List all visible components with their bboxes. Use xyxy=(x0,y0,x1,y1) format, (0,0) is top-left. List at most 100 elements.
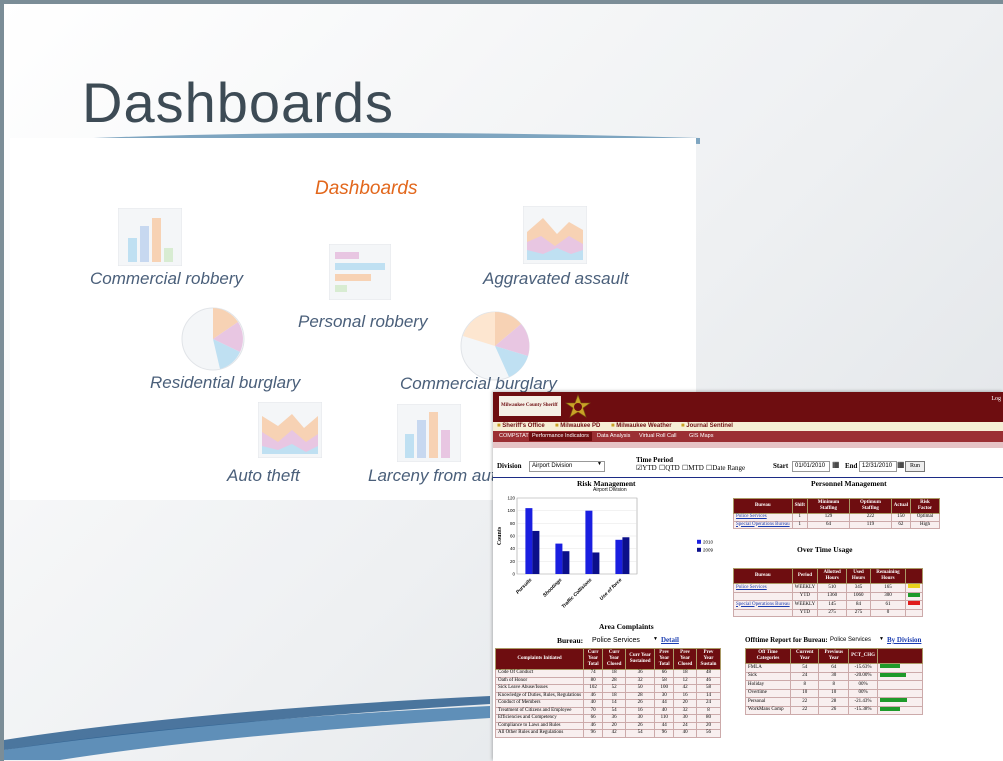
table-cell: 24 xyxy=(789,671,820,681)
area-complaints-title: Area Complaints xyxy=(599,622,654,631)
tab-virtual-roll-call[interactable]: Virtual Roll Call xyxy=(639,432,677,441)
chevron-down-icon[interactable]: ▼ xyxy=(597,462,602,467)
table-cell: 58 xyxy=(695,684,722,693)
table-cell: 32 xyxy=(673,706,697,715)
pct-change-bar xyxy=(880,698,907,702)
table-cell[interactable]: Special Operations Bureau xyxy=(733,520,793,529)
table-cell: 8 xyxy=(695,706,722,715)
link-sheriffs-office[interactable]: Sheriff's Office xyxy=(497,423,544,429)
table-cell: 22 xyxy=(789,697,820,707)
table-cell: 20 xyxy=(695,721,722,730)
bar-chart-icon[interactable] xyxy=(118,208,182,266)
table-row: Knowledge of Duties, Rules, Regulations 4… xyxy=(494,691,722,700)
table-cell: Overtime xyxy=(745,688,791,698)
y-tick-label: 20 xyxy=(510,559,516,564)
dashboard-label-commercial-burglary[interactable]: Commercial burglary xyxy=(400,374,557,394)
area-chart-icon[interactable] xyxy=(523,206,587,264)
tab-compstat[interactable]: COMPSTAT xyxy=(499,432,529,441)
dashboard-screenshot: Milwaukee County Sheriff Log Sheriff's O… xyxy=(493,392,1003,761)
dashboard-label-commercial-robbery[interactable]: Commercial robbery xyxy=(90,269,243,289)
table-cell: Holiday xyxy=(745,680,791,690)
table-cell: 30 xyxy=(625,714,656,723)
chevron-down-icon[interactable]: ▼ xyxy=(653,637,658,642)
dashboard-label-personal-robbery[interactable]: Personal robbery xyxy=(298,312,427,332)
table-cell[interactable]: Police Services xyxy=(733,583,793,593)
bar-2009 xyxy=(562,551,570,574)
column-header: Off Time Categories xyxy=(745,648,791,664)
link-milwaukee-pd[interactable]: Milwaukee PD xyxy=(555,423,600,429)
table-cell: 119 xyxy=(849,520,892,529)
tab-performance-indicators[interactable]: Performance Indicators xyxy=(529,432,592,441)
y-tick-label: 40 xyxy=(510,546,516,551)
table-row: Special Operations Bureau 1 64 119 62 High xyxy=(733,520,941,529)
link-milwaukee-weather[interactable]: Milwaukee Weather xyxy=(611,423,671,429)
table-cell: 26 xyxy=(625,699,656,708)
tab-data-analysis[interactable]: Data Analysis xyxy=(597,432,630,441)
legend-label: 2010 xyxy=(703,540,714,545)
table-cell: 129 xyxy=(806,513,851,522)
detail-link[interactable]: Detail xyxy=(661,636,679,644)
table-cell: 275 xyxy=(817,608,848,617)
area-chart-icon[interactable] xyxy=(258,402,322,458)
offtime-bureau-select[interactable]: Police Services xyxy=(827,635,883,646)
table-cell: FMLA xyxy=(745,663,791,673)
by-division-link[interactable]: By Division xyxy=(887,636,921,644)
table-cell[interactable]: Special Operations Bureau xyxy=(733,600,793,610)
table-cell[interactable]: Police Services xyxy=(733,513,793,522)
bureau-label: Bureau: xyxy=(557,636,584,645)
table-row: Sick 24 30 -20.00% xyxy=(745,671,923,681)
dashboard-label-larceny-from-auto[interactable]: Larceny from auto xyxy=(368,466,505,486)
dashboard-label-residential-burglary[interactable]: Residential burglary xyxy=(150,373,300,393)
option-qtd[interactable]: ☐QTD xyxy=(659,464,680,472)
table-cell: 40 xyxy=(673,729,697,738)
start-date-field[interactable]: 01/01/2010 xyxy=(792,461,830,472)
pie-chart-icon[interactable] xyxy=(180,306,246,372)
bureau-select[interactable]: Police Services xyxy=(589,635,657,646)
login-link[interactable]: Log xyxy=(991,396,1001,402)
table-cell: Sick xyxy=(745,671,791,681)
tab-gis-maps[interactable]: GIS Maps xyxy=(689,432,713,441)
header-row: Bureau Shift Minimum Staffing Optimum Staff… xyxy=(733,498,941,514)
table-cell: 165 xyxy=(869,583,906,593)
pie-chart-icon[interactable] xyxy=(459,310,531,382)
table-cell: 24 xyxy=(695,699,722,708)
option-mtd[interactable]: ☐MTD xyxy=(682,464,704,472)
division-select[interactable]: Airport Division xyxy=(529,461,605,472)
table-cell: -15.63% xyxy=(848,663,878,673)
column-header: Current Year xyxy=(789,648,820,664)
bar-2010 xyxy=(525,508,533,574)
column-header: Curr Year Closed xyxy=(602,648,627,670)
dashboard-label-aggravated-assault[interactable]: Aggravated assault xyxy=(483,269,629,289)
run-button[interactable]: Run xyxy=(905,461,925,472)
option-date-range[interactable]: ☐Date Range xyxy=(706,464,745,472)
table-cell: 54 xyxy=(602,706,627,715)
bar-chart-icon[interactable] xyxy=(397,404,461,462)
option-ytd-label: YTD xyxy=(642,464,657,472)
table-cell: 30 xyxy=(673,714,697,723)
start-label: Start xyxy=(773,462,789,470)
chevron-down-icon[interactable]: ▼ xyxy=(879,637,884,642)
link-journal-sentinel[interactable]: Journal Sentinel xyxy=(681,423,733,429)
table-cell: 42 xyxy=(673,684,697,693)
dashboard-label-auto-theft[interactable]: Auto theft xyxy=(227,466,300,486)
panel-heading: Dashboards xyxy=(315,178,418,199)
end-date-field[interactable]: 12/31/2010 xyxy=(859,461,897,472)
table-cell: 70 xyxy=(583,706,604,715)
over-time-title: Over Time Usage xyxy=(797,545,853,554)
table-row: Oath of Honor 80 28 32 58 12 46 xyxy=(494,676,722,685)
pct-change-bar-cell xyxy=(877,671,923,681)
calendar-icon[interactable]: ▦ xyxy=(832,460,840,469)
option-mtd-label: MTD xyxy=(688,464,704,472)
calendar-icon[interactable]: ▦ xyxy=(897,460,905,469)
pct-change-bar xyxy=(880,672,906,677)
overtime-table: Bureau Period Allotted Hours Used Hours Rema… xyxy=(733,568,924,617)
horizontal-bar-icon[interactable] xyxy=(329,244,391,300)
table-row: Police Services WEEKLY 510 345 165 xyxy=(733,583,924,593)
table-cell: 18 xyxy=(673,669,697,678)
column-header: Risk Factor xyxy=(909,498,941,514)
status-indicator-cell xyxy=(904,608,924,617)
table-cell: Conduct of Members xyxy=(494,699,585,708)
option-ytd[interactable]: ☑YTD xyxy=(636,464,657,472)
division-label: Division xyxy=(497,462,522,470)
app-header: Milwaukee County Sheriff Log xyxy=(493,392,1003,422)
